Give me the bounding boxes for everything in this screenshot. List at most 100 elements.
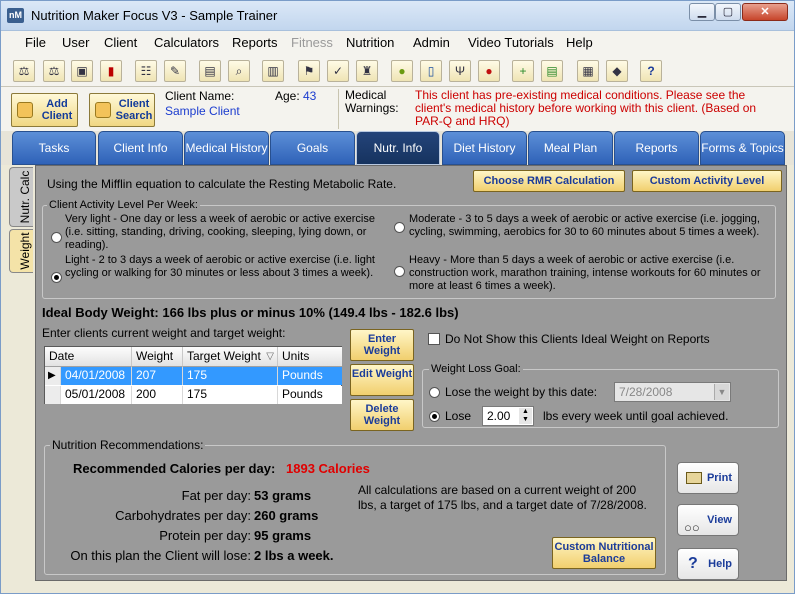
col-date[interactable]: Date [45, 347, 132, 367]
delete-weight-button[interactable]: Delete Weight [350, 399, 414, 431]
form-icon[interactable]: ▤ [541, 60, 563, 82]
close-button[interactable]: ✕ [742, 3, 788, 21]
scale-alt-icon[interactable]: ⚖ [43, 60, 65, 82]
menu-reports[interactable]: Reports [232, 35, 278, 50]
age-value: 43 [303, 89, 317, 103]
activity-heavy-radio[interactable] [394, 266, 405, 277]
tab-reports[interactable]: Reports [614, 131, 699, 165]
menu-fitness[interactable]: Fitness [291, 35, 333, 50]
tab-forms-topics[interactable]: Forms & Topics [700, 131, 785, 165]
hide-ideal-weight-checkbox[interactable] [428, 333, 440, 345]
lose-by-date-radio[interactable] [429, 387, 440, 398]
lose-label: Lose [445, 409, 472, 423]
cell-units[interactable]: Pounds [278, 386, 342, 404]
client-search-button[interactable]: Client Search [89, 93, 155, 127]
enter-weight-button[interactable]: Enter Weight [350, 329, 414, 361]
cell-weight[interactable]: 200 [132, 386, 183, 404]
scale-icon[interactable]: ⚖ [13, 60, 35, 82]
scroll-icon[interactable]: ▥ [262, 60, 284, 82]
spin-up-icon[interactable]: ▲ [519, 408, 532, 416]
main-tabs: Tasks Client Info Medical History Goals … [1, 131, 794, 165]
tab-diet-history[interactable]: Diet History [442, 131, 527, 165]
lose-rate-value: 2 lbs a week. [254, 548, 334, 563]
tab-nutr-info[interactable]: Nutr. Info [356, 131, 440, 165]
custom-activity-button[interactable]: Custom Activity Level [632, 170, 782, 192]
title-bar: nM Nutrition Maker Focus V3 - Sample Tra… [1, 1, 794, 31]
menu-video-tutorials[interactable]: Video Tutorials [468, 35, 554, 50]
protein-label: Protein per day: [159, 528, 251, 543]
sort-icon: ▽ [266, 351, 274, 362]
activity-very-light-radio[interactable] [51, 232, 62, 243]
menu-help[interactable]: Help [566, 35, 593, 50]
custom-nutritional-balance-button[interactable]: Custom Nutritional Balance [552, 537, 656, 569]
tab-client-info[interactable]: Client Info [98, 131, 183, 165]
calories-label: Recommended Calories per day: [73, 461, 276, 476]
fork-icon[interactable]: Ψ [449, 60, 471, 82]
lose-per-week-input[interactable]: 2.00 ▲ ▼ [482, 406, 534, 426]
age-label: Age: [275, 89, 300, 103]
print-button[interactable]: Print [677, 462, 739, 494]
view-button[interactable]: ○○ View [677, 504, 739, 536]
tools-icon[interactable]: ◆ [606, 60, 628, 82]
tab-goals[interactable]: Goals [270, 131, 355, 165]
col-target-weight[interactable]: Target Weight ▽ [183, 347, 278, 367]
cell-date[interactable]: 04/01/2008 [61, 367, 132, 385]
chevron-down-icon[interactable]: ▼ [714, 384, 729, 400]
choose-rmr-button[interactable]: Choose RMR Calculation [473, 170, 625, 192]
bottle-icon[interactable]: ▯ [420, 60, 442, 82]
activity-moderate-radio[interactable] [394, 222, 405, 233]
table-row[interactable]: ▶ 04/01/2008 207 175 Pounds [45, 367, 342, 385]
check-icon[interactable]: ✓ [327, 60, 349, 82]
target-date-value: 7/28/2008 [619, 385, 673, 399]
save-icon[interactable]: ▣ [71, 60, 93, 82]
menu-bar: File User Client Calculators Reports Fit… [1, 31, 794, 55]
cell-date[interactable]: 05/01/2008 [61, 386, 132, 404]
tomato-icon[interactable]: ● [478, 60, 500, 82]
cell-target[interactable]: 175 [183, 386, 278, 404]
col-weight[interactable]: Weight [132, 347, 183, 367]
view-label: View [707, 514, 732, 526]
maximize-button[interactable]: ▢ [715, 3, 741, 21]
menu-file[interactable]: File [25, 35, 46, 50]
lose-rate-label: On this plan the Client will lose: [70, 548, 251, 563]
menu-nutrition[interactable]: Nutrition [346, 35, 394, 50]
table-row[interactable]: 05/01/2008 200 175 Pounds [45, 386, 342, 404]
exit-door-icon[interactable]: ▮ [100, 60, 122, 82]
menu-admin[interactable]: Admin [413, 35, 450, 50]
help-button[interactable]: ? Help [677, 548, 739, 580]
tab-meal-plan[interactable]: Meal Plan [528, 131, 613, 165]
tab-tasks[interactable]: Tasks [12, 131, 96, 165]
cell-weight[interactable]: 207 [132, 367, 183, 385]
edit-weight-button[interactable]: Edit Weight [350, 364, 414, 396]
minimize-button[interactable]: ▁ [689, 3, 715, 21]
search-icon[interactable]: ⌕ [228, 60, 250, 82]
app-icon: nM [7, 8, 24, 23]
help-icon[interactable]: ? [640, 60, 662, 82]
add-client-button[interactable]: Add Client [11, 93, 78, 127]
nutrition-calc-panel: Using the Mifflin equation to calculate … [35, 165, 787, 581]
col-units[interactable]: Units [278, 347, 342, 367]
target-date-input[interactable]: 7/28/2008 ▼ [614, 382, 731, 402]
weight-table: Date Weight Target Weight ▽ Units ▶ 04/0… [44, 346, 342, 404]
side-tab-weight[interactable]: Weight [9, 229, 33, 273]
clipboard-icon[interactable]: ▦ [577, 60, 599, 82]
checkered-flag-icon[interactable]: ⚑ [298, 60, 320, 82]
notes-icon[interactable]: ✎ [164, 60, 186, 82]
carbs-label: Carbohydrates per day: [115, 508, 251, 523]
menu-calculators[interactable]: Calculators [154, 35, 219, 50]
add-document-icon[interactable]: + [512, 60, 534, 82]
tower-icon[interactable]: ♜ [356, 60, 378, 82]
lose-per-week-radio[interactable] [429, 411, 440, 422]
spin-down-icon[interactable]: ▼ [519, 416, 532, 424]
tab-medical-history[interactable]: Medical History [184, 131, 269, 165]
apple-icon[interactable]: ● [391, 60, 413, 82]
board-icon[interactable]: ▤ [199, 60, 221, 82]
activity-light-radio[interactable] [51, 272, 62, 283]
cell-units[interactable]: Pounds [278, 367, 342, 385]
help-label: Help [708, 558, 732, 570]
menu-user[interactable]: User [62, 35, 89, 50]
cell-target[interactable]: 175 [183, 367, 278, 385]
checklist-icon[interactable]: ☷ [135, 60, 157, 82]
calculation-note: All calculations are based on a current … [358, 483, 647, 512]
menu-client[interactable]: Client [104, 35, 137, 50]
